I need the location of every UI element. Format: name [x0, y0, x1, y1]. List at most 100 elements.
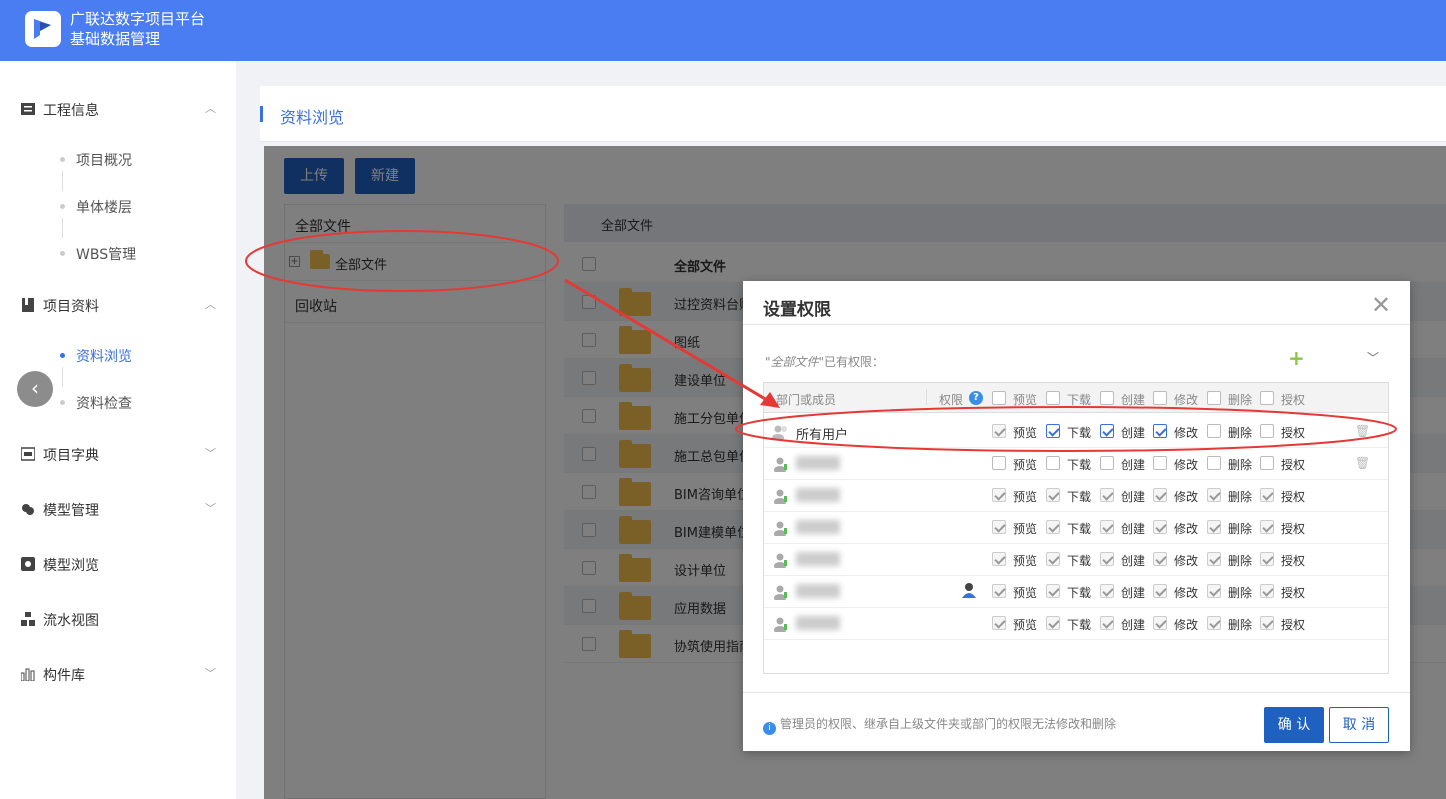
perm-checkbox[interactable] — [1153, 520, 1167, 534]
model-view-icon — [21, 557, 35, 571]
perm-checkbox[interactable] — [1207, 456, 1221, 470]
header-perm-checkbox[interactable] — [1153, 391, 1167, 405]
sidebar-group-label: 工程信息 — [43, 103, 99, 119]
info-icon: i — [763, 722, 776, 735]
permission-table: 部门或成员 权限 ? 预览 下载 创建 修改 删除 授权 所有用户 预览 下载 创建 修改 删除 授权… — [763, 382, 1389, 674]
perm-checkbox[interactable] — [1260, 424, 1274, 438]
perm-checkbox[interactable] — [1153, 552, 1167, 566]
perm-checkbox[interactable] — [1153, 584, 1167, 598]
perm-checkbox[interactable] — [1207, 520, 1221, 534]
perm-checkbox[interactable] — [1153, 424, 1167, 438]
app-logo[interactable] — [25, 11, 61, 47]
divider — [743, 324, 1410, 325]
permission-row[interactable]: 预览 下载 创建 修改 删除 授权 — [764, 544, 1388, 576]
perm-checkbox[interactable] — [1046, 584, 1060, 598]
permission-row[interactable]: 预览 下载 创建 修改 删除 授权 — [764, 480, 1388, 512]
perm-label: 预览 — [1013, 618, 1038, 632]
header-perm-checkbox[interactable] — [1207, 391, 1221, 405]
perm-checkbox[interactable] — [1260, 616, 1274, 630]
perm-checkbox[interactable] — [1046, 456, 1060, 470]
chevron-down-icon[interactable]: ﹀ — [1367, 349, 1379, 366]
divider — [926, 389, 927, 405]
trash-icon[interactable]: 🗑 — [1355, 456, 1370, 470]
perm-checkbox[interactable] — [992, 488, 1006, 502]
header-perm-checkbox[interactable] — [1260, 391, 1274, 405]
perm-checkbox[interactable] — [992, 456, 1006, 470]
perm-label: 修改 — [1174, 490, 1199, 504]
permission-row[interactable]: 预览 下载 创建 修改 删除 授权 — [764, 576, 1388, 608]
permission-row[interactable]: 所有用户 预览 下载 创建 修改 删除 授权 🗑 — [764, 416, 1388, 448]
model-icon — [22, 504, 34, 515]
perm-checkbox[interactable] — [1207, 552, 1221, 566]
perm-checkbox[interactable] — [1100, 552, 1114, 566]
bar-chart-icon — [21, 668, 35, 681]
perm-checkbox[interactable] — [1260, 552, 1274, 566]
help-icon[interactable]: ? — [969, 391, 983, 405]
perm-checkbox[interactable] — [1153, 456, 1167, 470]
collapse-sidebar-button[interactable]: ‹ — [17, 371, 53, 407]
perm-checkbox[interactable] — [1207, 584, 1221, 598]
sidebar-group-components[interactable]: 构件库 ﹀ — [0, 659, 236, 689]
perm-checkbox[interactable] — [1100, 616, 1114, 630]
perm-checkbox[interactable] — [1153, 488, 1167, 502]
sidebar-group-model-manage[interactable]: 模型管理 ﹀ — [0, 494, 236, 524]
app-title-line1: 广联达数字项目平台 — [70, 10, 206, 28]
dialog-title: 设置权限 — [763, 300, 831, 320]
perm-checkbox[interactable] — [1100, 424, 1114, 438]
add-member-icon[interactable]: + — [1288, 346, 1305, 370]
sidebar-group-project-info[interactable]: 工程信息 ︿ — [0, 94, 236, 124]
perm-checkbox[interactable] — [1100, 584, 1114, 598]
perm-label: 修改 — [1174, 426, 1199, 440]
confirm-button[interactable]: 确 认 — [1264, 707, 1324, 743]
redacted-member-name — [796, 520, 840, 534]
perm-checkbox[interactable] — [1046, 424, 1060, 438]
footer-note: i 管理员的权限、继承自上级文件夹或部门的权限无法修改和删除 — [763, 715, 1116, 735]
header-perm-checkbox[interactable] — [1046, 391, 1060, 405]
perm-checkbox[interactable] — [1260, 520, 1274, 534]
perm-checkbox[interactable] — [1100, 456, 1114, 470]
header-perm-checkbox[interactable] — [1100, 391, 1114, 405]
perm-checkbox[interactable] — [992, 520, 1006, 534]
perm-label: 创建 — [1121, 586, 1146, 600]
perm-label: 创建 — [1121, 554, 1146, 568]
perm-checkbox[interactable] — [1260, 488, 1274, 502]
sidebar-group-label: 项目字典 — [43, 448, 99, 464]
perm-checkbox[interactable] — [1046, 552, 1060, 566]
perm-checkbox[interactable] — [1100, 520, 1114, 534]
sidebar-group-model-browse[interactable]: 模型浏览 — [0, 549, 236, 579]
permission-row[interactable]: 预览 下载 创建 修改 删除 授权 — [764, 608, 1388, 640]
perm-checkbox[interactable] — [1046, 488, 1060, 502]
perm-checkbox[interactable] — [1100, 488, 1114, 502]
perm-checkbox[interactable] — [1207, 488, 1221, 502]
perm-checkbox[interactable] — [1153, 616, 1167, 630]
sidebar-group-label: 构件库 — [43, 668, 85, 684]
perm-checkbox[interactable] — [992, 616, 1006, 630]
perm-label: 创建 — [1121, 618, 1146, 632]
perm-checkbox[interactable] — [1260, 584, 1274, 598]
perm-checkbox[interactable] — [992, 424, 1006, 438]
perm-checkbox[interactable] — [1207, 616, 1221, 630]
close-icon[interactable]: ✕ — [1371, 291, 1391, 319]
header-perm-checkbox[interactable] — [992, 391, 1006, 405]
sidebar-group-project-docs[interactable]: 项目资料 ︿ — [0, 290, 236, 320]
perm-checkbox[interactable] — [1260, 456, 1274, 470]
bullet-icon — [60, 204, 65, 209]
perm-checkbox[interactable] — [1207, 424, 1221, 438]
sidebar-group-label: 模型管理 — [43, 503, 99, 519]
perm-checkbox[interactable] — [992, 584, 1006, 598]
trash-icon[interactable]: 🗑 — [1355, 424, 1370, 438]
permission-row[interactable]: 预览 下载 创建 修改 删除 授权 🗑 — [764, 448, 1388, 480]
sidebar-item-label: 资料浏览 — [76, 349, 132, 365]
perm-checkbox[interactable] — [1046, 520, 1060, 534]
title-accent-bar — [260, 106, 263, 122]
sidebar-group-label: 模型浏览 — [43, 558, 99, 574]
sidebar-group-flow-view[interactable]: 流水视图 — [0, 604, 236, 634]
footer-note-text: 管理员的权限、继承自上级文件夹或部门的权限无法修改和删除 — [780, 717, 1117, 731]
cancel-button[interactable]: 取 消 — [1329, 707, 1389, 743]
header-perm-label: 修改 — [1174, 393, 1199, 407]
redacted-member-name — [796, 584, 840, 598]
perm-checkbox[interactable] — [992, 552, 1006, 566]
perm-checkbox[interactable] — [1046, 616, 1060, 630]
permission-row[interactable]: 预览 下载 创建 修改 删除 授权 — [764, 512, 1388, 544]
sidebar-group-dictionary[interactable]: 项目字典 ﹀ — [0, 439, 236, 469]
